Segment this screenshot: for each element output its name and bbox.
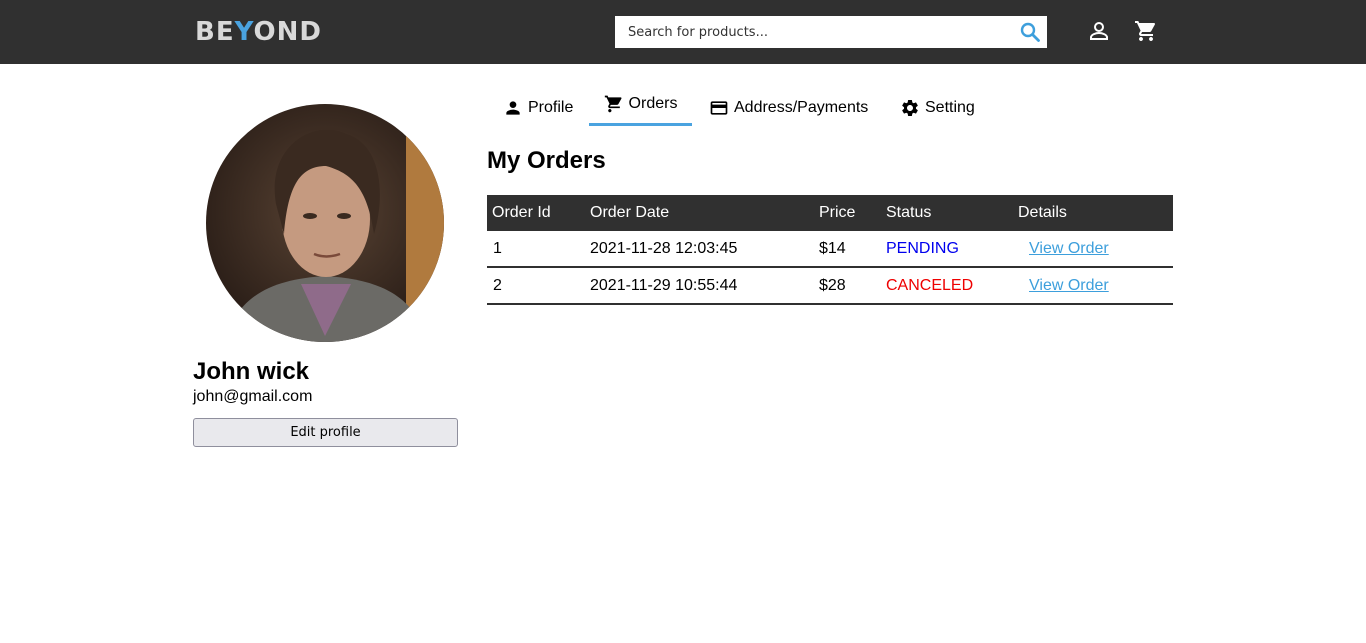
tab-setting[interactable]: Setting xyxy=(900,89,975,127)
account-tabs: Profile Orders Address/Payments Setting xyxy=(487,88,1187,128)
column-header-order-id: Order Id xyxy=(487,195,590,231)
tab-orders[interactable]: Orders xyxy=(589,88,692,126)
view-order-link[interactable]: View Order xyxy=(1029,277,1109,294)
table-row: 2 2021-11-29 10:55:44 $28 CANCELED View … xyxy=(487,267,1173,305)
top-navbar: BEYOND xyxy=(0,0,1366,64)
profile-email: john@gmail.com xyxy=(193,388,313,405)
tab-address-payments[interactable]: Address/Payments xyxy=(709,89,868,127)
account-icon[interactable] xyxy=(1087,19,1111,43)
column-header-status: Status xyxy=(886,195,1018,231)
profile-name: John wick xyxy=(193,358,310,385)
tab-profile[interactable]: Profile xyxy=(503,89,573,127)
cart-icon xyxy=(604,95,622,112)
order-price-cell: $14 xyxy=(819,231,886,268)
tab-label: Address/Payments xyxy=(734,99,869,116)
order-date-cell: 2021-11-28 12:03:45 xyxy=(590,231,819,268)
logo-text-rest: OND xyxy=(253,17,322,47)
table-row: 1 2021-11-28 12:03:45 $14 PENDING View O… xyxy=(487,231,1173,268)
search-icon[interactable] xyxy=(1018,20,1042,44)
order-id-cell: 2 xyxy=(487,267,590,305)
tab-label: Orders xyxy=(628,94,678,112)
avatar xyxy=(206,104,444,342)
brand-logo[interactable]: BEYOND xyxy=(195,18,322,46)
details-cell: View Order xyxy=(1018,267,1173,305)
logo-text-main: BE xyxy=(195,17,235,47)
search-input[interactable] xyxy=(615,16,1015,48)
status-badge: CANCELED xyxy=(886,267,1018,305)
order-price-cell: $28 xyxy=(819,267,886,305)
page-title: My Orders xyxy=(487,147,606,174)
details-cell: View Order xyxy=(1018,231,1173,268)
tab-label: Profile xyxy=(528,99,574,116)
tab-label: Setting xyxy=(925,99,975,116)
view-order-link[interactable]: View Order xyxy=(1029,240,1109,257)
edit-profile-button[interactable]: Edit profile xyxy=(193,418,458,447)
logo-text-accent: Y xyxy=(234,17,254,47)
gear-icon xyxy=(902,100,918,116)
person-icon xyxy=(506,101,520,115)
orders-table: Order Id Order Date Price Status Details… xyxy=(487,195,1173,305)
column-header-price: Price xyxy=(819,195,886,231)
search-bar xyxy=(615,16,1047,48)
column-header-details: Details xyxy=(1018,195,1173,231)
table-header-row: Order Id Order Date Price Status Details xyxy=(487,195,1173,231)
order-date-cell: 2021-11-29 10:55:44 xyxy=(590,267,819,305)
credit-card-icon xyxy=(710,101,728,115)
column-header-order-date: Order Date xyxy=(590,195,819,231)
status-badge: PENDING xyxy=(886,231,1018,268)
cart-icon[interactable] xyxy=(1134,19,1158,43)
order-id-cell: 1 xyxy=(487,231,590,268)
